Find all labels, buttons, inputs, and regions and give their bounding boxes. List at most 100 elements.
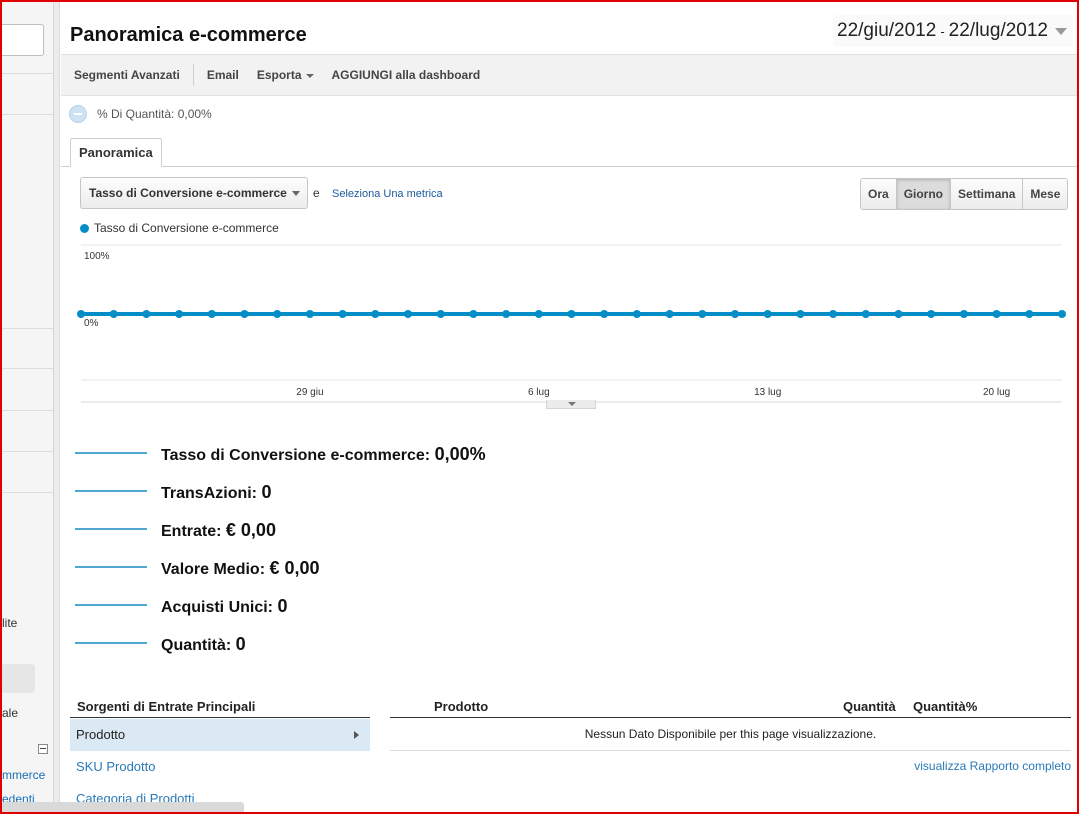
sources-divider bbox=[70, 717, 370, 718]
sidebar-search-input[interactable] bbox=[2, 24, 44, 56]
data-point bbox=[273, 310, 282, 318]
chevron-down-icon bbox=[305, 73, 314, 78]
period-hour-button[interactable]: Ora bbox=[861, 179, 896, 209]
segment-pie-icon[interactable] bbox=[69, 105, 87, 123]
summary-row[interactable]: Entrate: € 0,00 bbox=[75, 514, 575, 546]
chevron-right-icon bbox=[354, 731, 359, 739]
date-to: 22/lug/2012 bbox=[948, 20, 1048, 41]
chart-resize-handle[interactable] bbox=[546, 400, 596, 409]
page-title: Panoramica e-commerce bbox=[70, 24, 307, 46]
summary-row[interactable]: Valore Medio: € 0,00 bbox=[75, 552, 575, 584]
sparkline bbox=[75, 566, 147, 568]
data-point bbox=[338, 310, 347, 318]
metric-select[interactable]: Tasso di Conversione e-commerce bbox=[80, 177, 308, 209]
data-point bbox=[796, 310, 805, 318]
advanced-segments-button[interactable]: Segmenti Avanzati bbox=[61, 68, 189, 82]
sidebar-divider bbox=[2, 451, 53, 452]
source-product-label: Prodotto bbox=[76, 727, 126, 742]
sidebar-divider bbox=[2, 73, 53, 74]
data-point bbox=[567, 310, 576, 318]
x-tick-label: 29 giu bbox=[296, 387, 323, 398]
table-divider bbox=[390, 717, 1071, 718]
table-empty-message: Nessun Dato Disponibile per this page vi… bbox=[584, 727, 877, 741]
segment-row: % Di Quantità: 0,00% bbox=[69, 105, 212, 123]
summary-label: Valore Medio: € 0,00 bbox=[161, 558, 320, 578]
chevron-down-icon bbox=[1055, 28, 1067, 35]
date-from: 22/giu/2012 bbox=[837, 20, 937, 41]
data-point bbox=[469, 310, 478, 318]
sparkline bbox=[75, 604, 147, 606]
line-chart[interactable]: 100% 0% 29 giu 6 lug 13 lug 20 lug bbox=[61, 237, 1077, 405]
date-separator: - bbox=[940, 23, 945, 39]
sparkline bbox=[75, 490, 147, 492]
summary-row[interactable]: Quantità: 0 bbox=[75, 628, 575, 660]
collapse-icon[interactable] bbox=[38, 744, 48, 754]
summary-value: 0,00% bbox=[434, 444, 486, 464]
email-button[interactable]: Email bbox=[198, 68, 248, 82]
sidebar-link[interactable]: mmerce bbox=[2, 768, 45, 782]
data-point bbox=[404, 310, 412, 318]
sidebar-item-selected[interactable] bbox=[2, 664, 35, 693]
data-point bbox=[175, 310, 184, 318]
summary-label: TransAzioni: 0 bbox=[161, 482, 272, 502]
chart-legend: Tasso di Conversione e-commerce bbox=[80, 221, 279, 235]
sidebar-divider bbox=[2, 368, 53, 369]
data-point bbox=[665, 310, 674, 318]
period-week-button[interactable]: Settimana bbox=[950, 179, 1023, 209]
summary-value: 0 bbox=[235, 634, 246, 654]
data-point bbox=[731, 310, 739, 318]
sidebar-divider bbox=[2, 114, 53, 115]
and-text: e bbox=[313, 186, 320, 200]
summary-value: € 0,00 bbox=[225, 520, 276, 540]
column-header-product[interactable]: Prodotto bbox=[434, 699, 488, 714]
data-point bbox=[600, 310, 609, 318]
data-point bbox=[829, 310, 838, 318]
sidebar-item-text[interactable]: ale bbox=[2, 706, 18, 720]
data-point bbox=[959, 310, 968, 318]
column-header-quantity-percent[interactable]: Quantità% bbox=[913, 699, 977, 714]
main-content: Panoramica e-commerce 22/giu/2012 - 22/l… bbox=[61, 2, 1077, 812]
sources-header: Sorgenti di Entrate Principali bbox=[77, 699, 256, 714]
y-tick-label: 100% bbox=[84, 251, 110, 262]
source-sku-link[interactable]: SKU Prodotto bbox=[76, 759, 156, 774]
chevron-down-icon bbox=[292, 191, 300, 196]
data-point bbox=[1025, 310, 1034, 318]
add-to-dashboard-button[interactable]: AGGIUNGI alla dashboard bbox=[323, 68, 490, 82]
tab-overview[interactable]: Panoramica bbox=[70, 138, 162, 167]
source-product[interactable]: Prodotto bbox=[70, 719, 370, 751]
summary-value: € 0,00 bbox=[269, 558, 320, 578]
summary-row[interactable]: Tasso di Conversione e-commerce: 0,00% bbox=[75, 438, 575, 470]
summary-label: Acquisti Unici: 0 bbox=[161, 596, 288, 616]
summary-label: Quantità: 0 bbox=[161, 634, 246, 654]
data-point bbox=[436, 310, 445, 318]
table-header: Prodotto Quantità Quantità% bbox=[390, 699, 1070, 719]
date-range-picker[interactable]: 22/giu/2012 - 22/lug/2012 bbox=[833, 15, 1073, 47]
full-report-link[interactable]: visualizza Rapporto completo bbox=[914, 759, 1071, 773]
table-divider bbox=[390, 750, 1071, 751]
data-point bbox=[1058, 310, 1066, 318]
period-month-button[interactable]: Mese bbox=[1022, 179, 1068, 209]
export-button[interactable]: Esporta bbox=[248, 68, 323, 82]
sidebar-divider bbox=[2, 492, 53, 493]
x-tick-label: 13 lug bbox=[754, 387, 781, 398]
sparkline bbox=[75, 528, 147, 530]
column-header-quantity[interactable]: Quantità bbox=[843, 699, 896, 714]
data-point bbox=[142, 310, 151, 318]
data-point bbox=[992, 310, 1001, 318]
tab-bar bbox=[61, 166, 1077, 167]
segment-label: % Di Quantità: 0,00% bbox=[97, 107, 212, 121]
summary-row[interactable]: TransAzioni: 0 bbox=[75, 476, 575, 508]
summary-value: 0 bbox=[261, 482, 272, 502]
data-point bbox=[207, 310, 216, 318]
summary-row[interactable]: Acquisti Unici: 0 bbox=[75, 590, 575, 622]
toolbar-divider bbox=[192, 64, 194, 86]
data-point bbox=[927, 310, 936, 318]
data-point bbox=[763, 310, 772, 318]
x-tick-label: 6 lug bbox=[528, 387, 550, 398]
sidebar-item-text[interactable]: lite bbox=[2, 616, 17, 630]
data-point bbox=[698, 310, 707, 318]
select-metric-link[interactable]: Seleziona Una metrica bbox=[332, 188, 443, 200]
period-day-button[interactable]: Giorno bbox=[895, 179, 951, 209]
sidebar-splitter[interactable] bbox=[54, 2, 60, 812]
status-bar bbox=[2, 802, 244, 814]
